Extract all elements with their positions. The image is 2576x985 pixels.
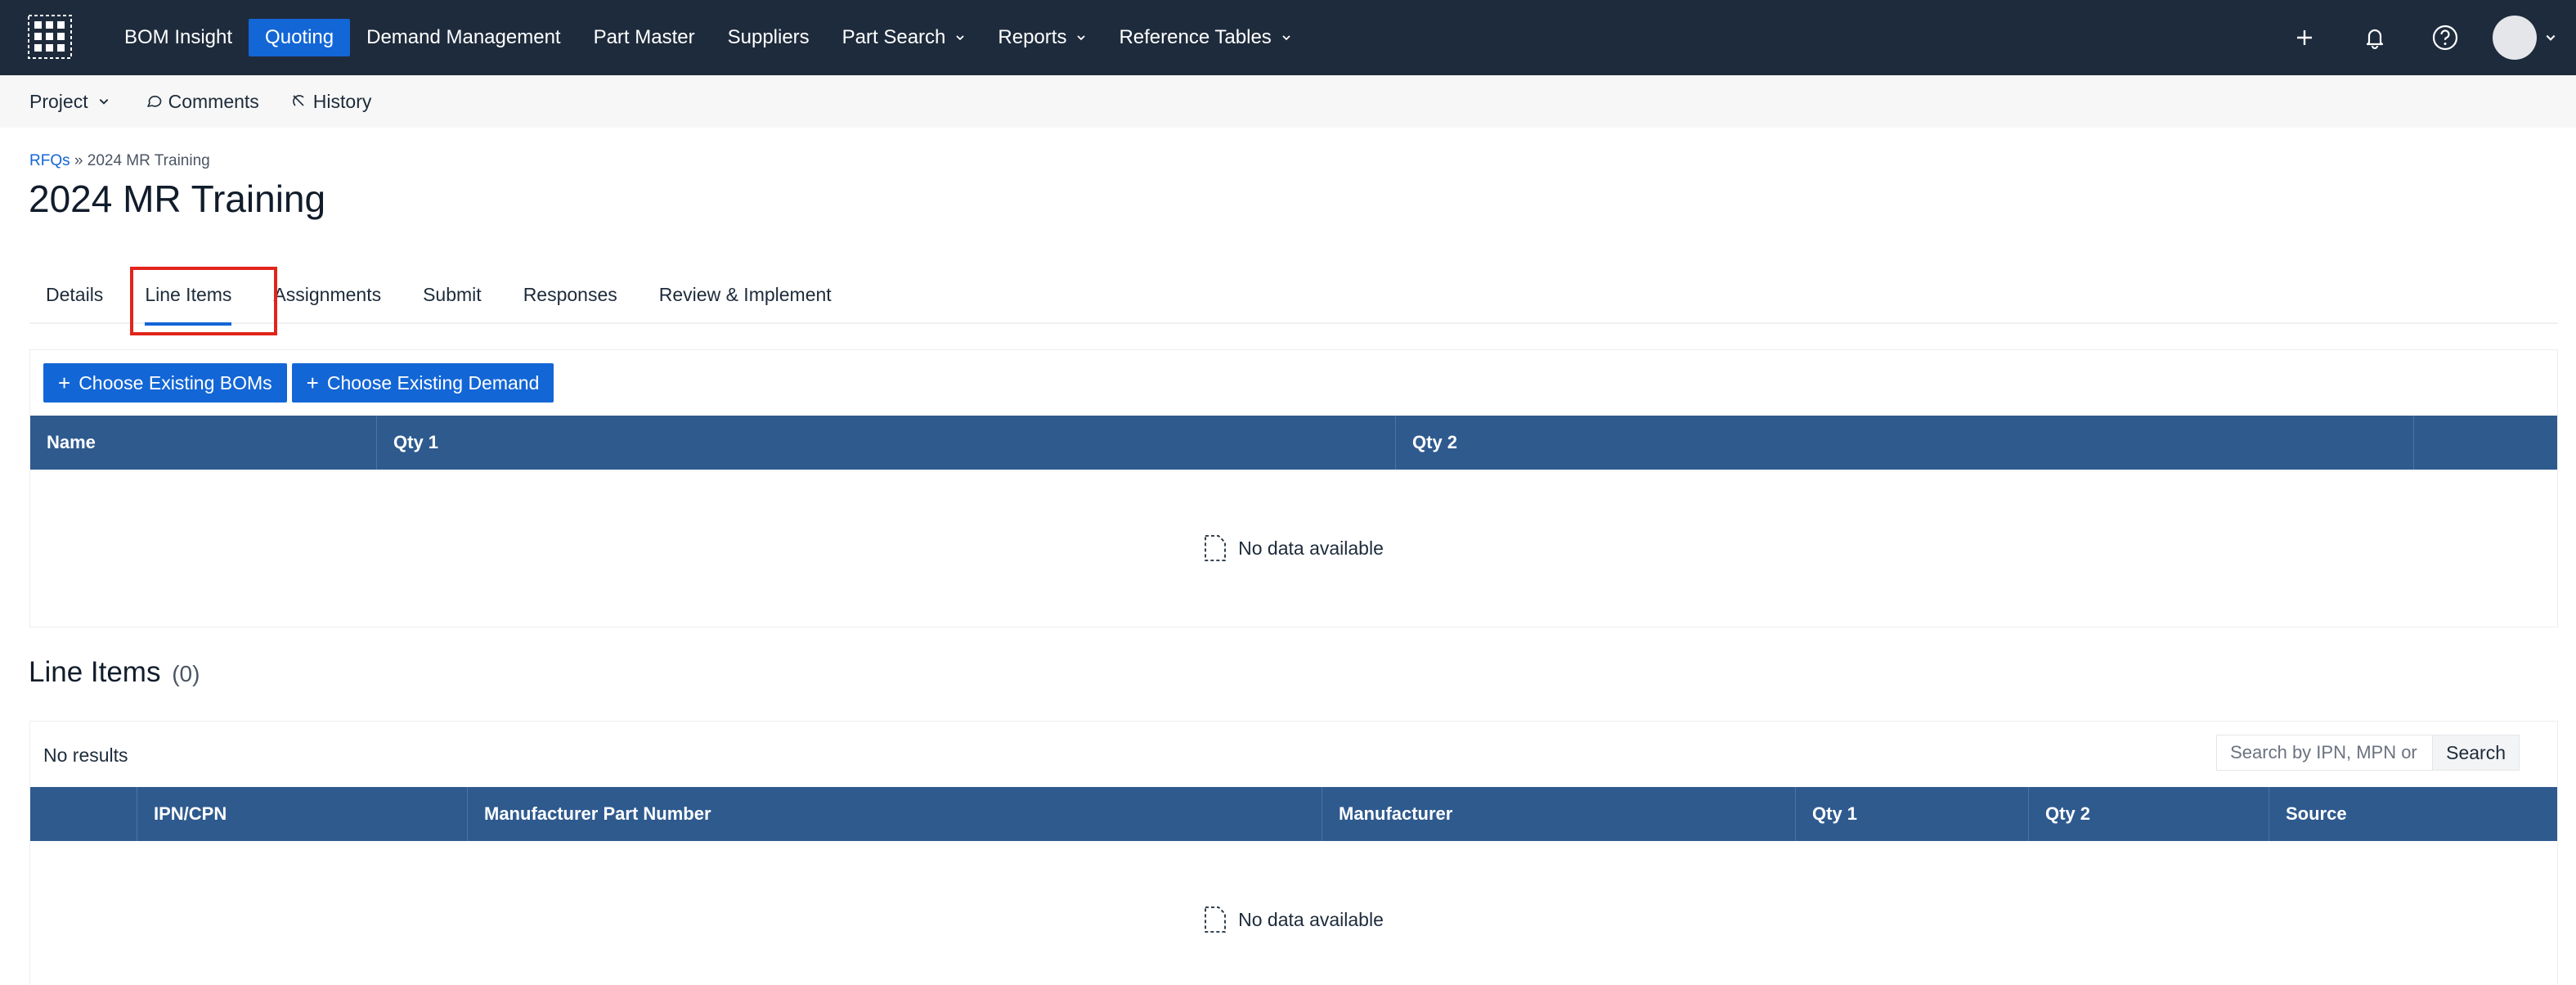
breadcrumb-rfqs-link[interactable]: RFQs (29, 152, 70, 169)
user-menu[interactable] (2493, 16, 2556, 60)
empty-text: No data available (1238, 908, 1384, 930)
column-header-qty2[interactable]: Qty 2 (2029, 787, 2269, 841)
comment-icon (146, 96, 161, 107)
page-title: 2024 MR Training (29, 178, 326, 220)
tab-assignments[interactable]: Assignments (257, 265, 397, 324)
tab-label: Line Items (145, 284, 232, 305)
tab-label: Review & Implement (658, 284, 832, 305)
button-label: Choose Existing BOMs (79, 371, 272, 394)
column-header-ipn-cpn[interactable]: IPN/CPN (137, 787, 468, 841)
plus-icon: + (58, 371, 71, 395)
tab-label: Submit (423, 284, 482, 305)
column-header-name[interactable]: Name (30, 416, 377, 470)
tab-label: Assignments (273, 284, 382, 305)
demand-actions: + Choose Existing BOMs + Choose Existing… (43, 363, 559, 403)
nav-label: Suppliers (727, 26, 810, 48)
chevron-down-icon (956, 35, 965, 41)
nav-label: Demand Management (366, 26, 561, 48)
line-items-search: Search (2216, 735, 2520, 771)
search-button-label: Search (2446, 741, 2506, 763)
nav-label: Reports (998, 26, 1067, 48)
empty-document-icon (1205, 535, 1227, 561)
nav-suppliers[interactable]: Suppliers (711, 19, 826, 56)
nav-label: Quoting (265, 26, 334, 48)
search-input[interactable] (2216, 735, 2433, 771)
plus-icon: + (306, 371, 319, 395)
empty-text: No data available (1238, 537, 1384, 559)
breadcrumb: RFQs » 2024 MR Training (29, 152, 210, 170)
active-tab-indicator (145, 322, 232, 326)
demand-panel: + Choose Existing BOMs + Choose Existing… (29, 349, 2558, 627)
tab-bar: Details Line Items Assignments Submit Re… (29, 265, 2558, 326)
nav-right-actions (2288, 0, 2576, 75)
comments-link[interactable]: Comments (146, 91, 259, 113)
bell-icon[interactable] (2358, 21, 2391, 54)
breadcrumb-separator: » (74, 152, 83, 169)
app-logo-icon[interactable] (28, 15, 72, 59)
plus-icon[interactable] (2288, 21, 2321, 54)
avatar (2493, 16, 2537, 60)
line-items-count: (0) (172, 661, 200, 686)
history-link[interactable]: History (290, 90, 372, 113)
demand-empty-state: No data available (30, 534, 2557, 562)
line-items-table-header: IPN/CPN Manufacturer Part Number Manufac… (30, 787, 2557, 841)
nav-quoting[interactable]: Quoting (249, 19, 351, 56)
button-label: Choose Existing Demand (326, 371, 540, 394)
line-items-panel: No results Search IPN/CPN Manufacturer P… (29, 721, 2558, 985)
project-label: Project (29, 90, 88, 112)
main-nav: BOM Insight Quoting Demand Management Pa… (108, 0, 1308, 75)
nav-label: Part Master (593, 26, 695, 48)
choose-existing-boms-button[interactable]: + Choose Existing BOMs (43, 363, 287, 403)
nav-part-master[interactable]: Part Master (577, 19, 711, 56)
column-header-select (30, 787, 137, 841)
nav-reports[interactable]: Reports (981, 19, 1102, 56)
top-nav-bar: BOM Insight Quoting Demand Management Pa… (0, 0, 2576, 75)
history-label: History (312, 90, 372, 112)
demand-table-header: Name Qty 1 Qty 2 (30, 416, 2557, 470)
tab-label: Responses (523, 284, 617, 305)
comments-label: Comments (168, 90, 259, 112)
choose-existing-demand-button[interactable]: + Choose Existing Demand (291, 363, 554, 403)
line-items-heading: Line Items (0) (29, 656, 200, 689)
project-menu[interactable]: Project (29, 91, 114, 113)
nav-demand-management[interactable]: Demand Management (350, 19, 577, 56)
history-icon (292, 95, 304, 106)
help-icon[interactable] (2429, 21, 2462, 54)
chevron-down-icon (1282, 35, 1290, 41)
nav-reference-tables[interactable]: Reference Tables (1102, 19, 1307, 56)
nav-label: Part Search (841, 26, 946, 48)
search-button[interactable]: Search (2432, 735, 2520, 771)
chevron-down-icon (2546, 34, 2556, 41)
sub-nav-bar: Project Comments History (0, 75, 2576, 128)
column-header-qty2[interactable]: Qty 2 (1396, 416, 2414, 470)
no-results-text: No results (43, 744, 128, 766)
nav-label: Reference Tables (1119, 26, 1272, 48)
tab-responses[interactable]: Responses (507, 265, 634, 324)
tab-submit[interactable]: Submit (406, 265, 498, 324)
column-header-qty1[interactable]: Qty 1 (377, 416, 1396, 470)
section-title-text: Line Items (29, 656, 161, 688)
column-header-mpn[interactable]: Manufacturer Part Number (468, 787, 1322, 841)
column-header-source[interactable]: Source (2269, 787, 2557, 841)
tab-review-implement[interactable]: Review & Implement (643, 265, 848, 324)
column-header-manufacturer[interactable]: Manufacturer (1322, 787, 1796, 841)
tab-details[interactable]: Details (29, 265, 119, 324)
tab-label: Details (46, 284, 104, 305)
breadcrumb-current: 2024 MR Training (87, 152, 210, 169)
nav-bom-insight[interactable]: BOM Insight (108, 19, 249, 56)
empty-document-icon (1205, 906, 1227, 933)
tab-line-items[interactable]: Line Items (128, 265, 248, 326)
column-header-qty1[interactable]: Qty 1 (1796, 787, 2029, 841)
line-items-empty-state: No data available (30, 906, 2557, 933)
column-header-actions (2414, 416, 2557, 470)
nav-label: BOM Insight (124, 26, 233, 48)
chevron-down-icon (99, 99, 108, 105)
nav-part-search[interactable]: Part Search (826, 19, 982, 56)
chevron-down-icon (1077, 35, 1086, 41)
